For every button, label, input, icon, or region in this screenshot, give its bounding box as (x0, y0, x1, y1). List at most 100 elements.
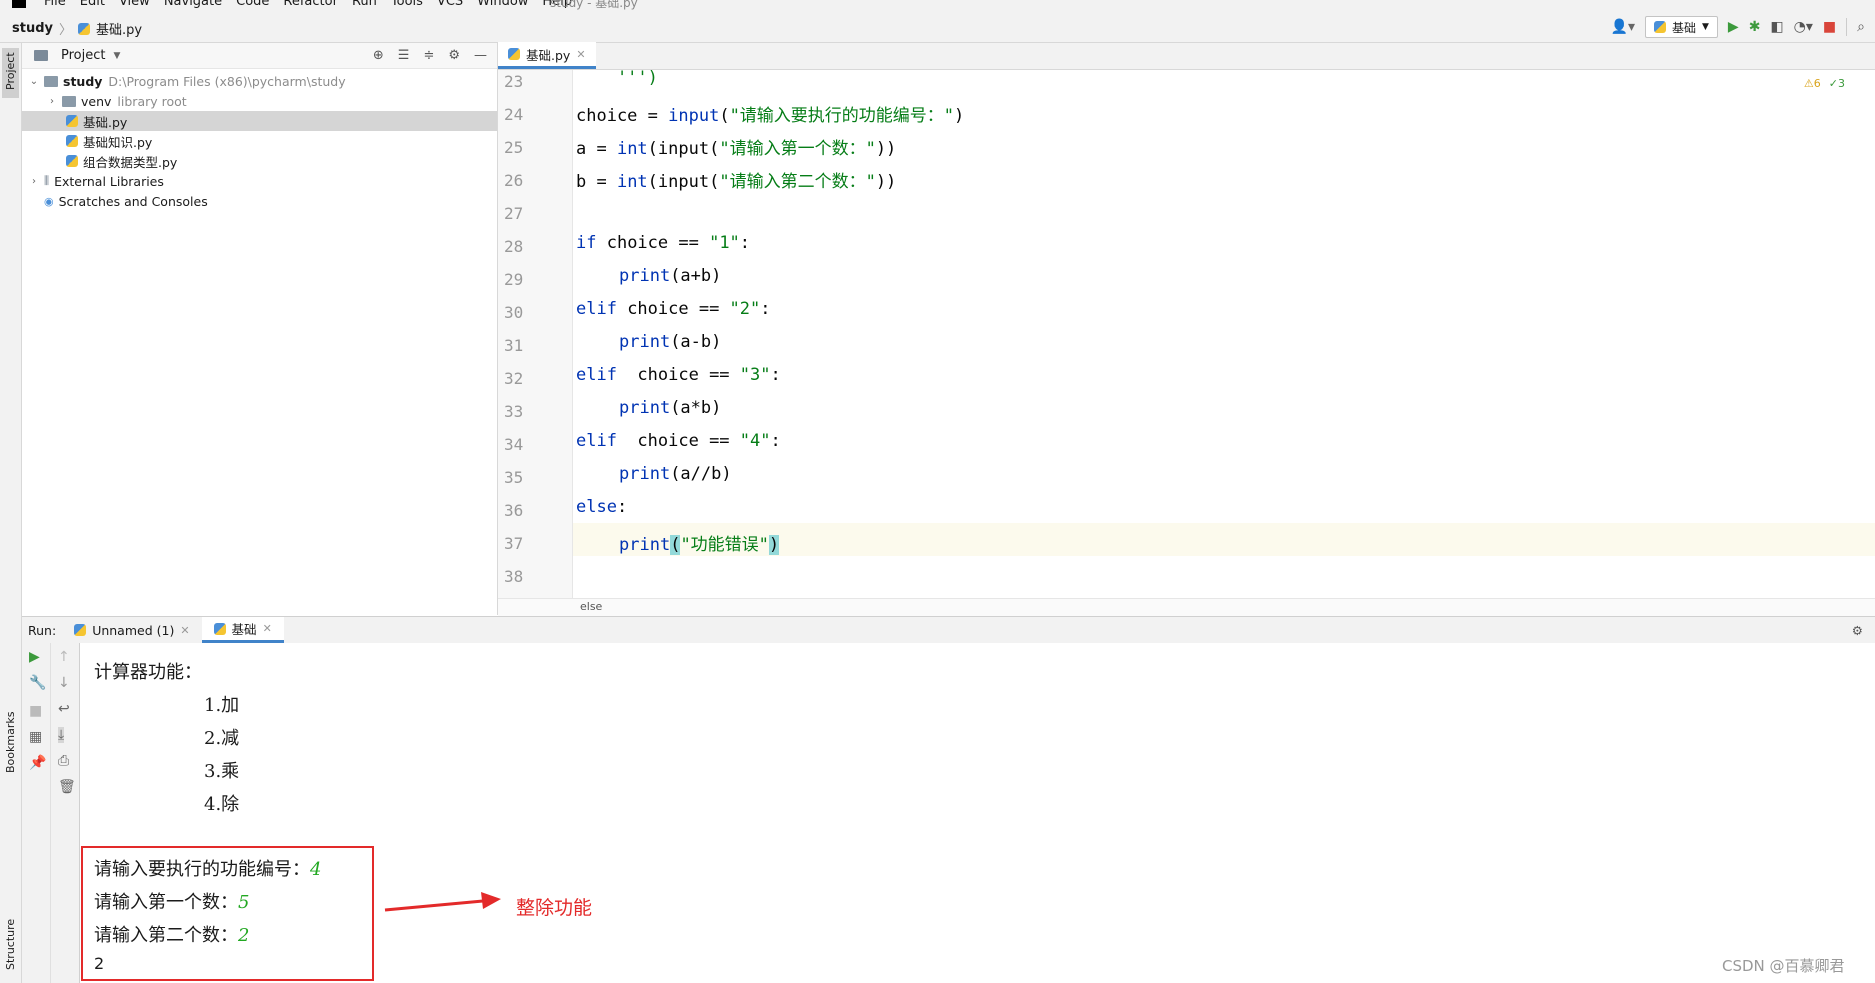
code-line-34[interactable]: elif choice == "4": (576, 431, 781, 451)
code-line-37[interactable]: print("功能错误") (619, 530, 780, 555)
locate-icon[interactable]: ⊕ (373, 48, 384, 63)
code-token: else (576, 497, 617, 517)
code-line-29[interactable]: print(a+b) (619, 266, 721, 286)
menu-window[interactable]: Window (477, 0, 528, 9)
code-line-26[interactable]: b = int(input("请输入第二个数：")) (576, 167, 896, 192)
code-token: print (619, 266, 671, 286)
code-token: ( (719, 106, 730, 126)
run-label: Run: (28, 622, 57, 638)
python-config-icon (1653, 21, 1666, 33)
line-number: 29 (504, 270, 524, 289)
run-toolbar-secondary: ↑ ↓ ↩ ⤓ ⎙ 🗑 (51, 643, 80, 983)
menu-edit[interactable]: Edit (80, 0, 105, 9)
code-line-35[interactable]: print(a//b) (619, 464, 732, 484)
run-tab-unnamed[interactable]: Unnamed (1) ✕ (62, 617, 201, 643)
line-number: 26 (504, 171, 524, 190)
stop-icon[interactable]: ■ (29, 703, 42, 719)
chevron-right-icon[interactable]: › (46, 96, 58, 107)
stripe-project-button[interactable]: Project (2, 48, 19, 98)
chevron-down-icon[interactable]: ⌄ (28, 76, 40, 87)
rerun-icon[interactable]: ▶ (29, 649, 40, 665)
arrow-down-icon[interactable]: ↓ (58, 675, 70, 691)
menu-code[interactable]: Code (236, 0, 269, 9)
coverage-icon[interactable]: ◧ (1770, 17, 1783, 37)
hide-icon[interactable]: — (474, 48, 487, 63)
code-token: (a+b) (670, 266, 722, 286)
project-view-icon (34, 50, 48, 61)
footer-breadcrumb[interactable]: else (580, 600, 602, 613)
close-icon[interactable]: ✕ (576, 48, 585, 61)
menu-run[interactable]: Run (352, 0, 377, 9)
console-line: 计算器功能： (94, 662, 202, 683)
gear-icon[interactable]: ⚙ (448, 48, 460, 63)
pin-icon[interactable]: 📌 (29, 755, 46, 771)
run-icon[interactable]: ▶ (1728, 17, 1739, 37)
stop-icon[interactable]: ■ (1823, 17, 1836, 37)
code-line-28[interactable]: if choice == "1": (576, 233, 750, 253)
tree-item-scratches[interactable]: ◉ Scratches and Consoles (22, 191, 497, 211)
breadcrumb-file[interactable]: 基础.py (96, 19, 142, 38)
chevron-down-icon[interactable]: ▼ (113, 51, 120, 61)
code-line-31[interactable]: print(a-b) (619, 332, 721, 352)
soft-wrap-icon[interactable]: ↩ (58, 701, 70, 717)
chevron-right-icon: 〉 (59, 23, 73, 38)
tree-item-label: External Libraries (54, 173, 164, 189)
chevron-right-icon[interactable]: › (28, 176, 40, 187)
menu-file[interactable]: File (44, 0, 66, 9)
tree-item-path: D:\Program Files (x86)\pycharm\study (108, 73, 346, 89)
left-tool-stripe: Project Bookmarks Structure (0, 43, 22, 983)
stripe-structure-button[interactable]: Structure (2, 898, 19, 978)
tree-item-jichuzhishi-py[interactable]: 基础知识.py (22, 131, 497, 151)
code-line-30[interactable]: elif choice == "2": (576, 299, 771, 319)
chevron-down-icon: ▼ (1702, 22, 1709, 32)
editor-tab-jichu[interactable]: 基础.py ✕ (498, 42, 596, 69)
watermark: CSDN @百慕卿君 (1722, 957, 1845, 975)
tree-item-venv[interactable]: › venv library root (22, 91, 497, 111)
code-token: : (770, 431, 781, 451)
menu-navigate[interactable]: Navigate (164, 0, 222, 9)
menu-vcs[interactable]: VCS (437, 0, 463, 9)
line-number-gutter: 23 24 25 26 27 28 29 30 31 32 33 34 35 3… (498, 70, 573, 598)
code-line-24[interactable]: choice = input("请输入要执行的功能编号：") (576, 101, 964, 126)
tree-item-external-libraries[interactable]: › ⫼ External Libraries (22, 171, 497, 191)
tree-item-jichu-py[interactable]: 基础.py (22, 111, 497, 131)
tree-item-zuhe-py[interactable]: 组合数据类型.py (22, 151, 497, 171)
debug-icon[interactable]: ✱ (1749, 17, 1761, 37)
run-configuration-select[interactable]: 基础 ▼ (1644, 16, 1718, 38)
run-tab-jichu[interactable]: 基础 ✕ (201, 617, 284, 643)
expand-all-icon[interactable]: ☰ (398, 48, 410, 63)
line-number: 33 (504, 402, 524, 421)
project-panel-title[interactable]: Project (61, 48, 105, 63)
layout-icon[interactable]: ▦ (29, 729, 42, 745)
user-icon[interactable]: 👤▾ (1611, 17, 1635, 37)
navigation-bar: study 〉 基础.py 👤▾ 基础 ▼ ▶ ✱ ◧ ◔▾ ■ ⌕ (0, 10, 1875, 43)
inspection-widget[interactable]: ⚠6 ✓3 (1804, 77, 1845, 90)
profile-icon[interactable]: ◔▾ (1794, 17, 1813, 37)
close-icon[interactable]: ✕ (180, 624, 189, 637)
code-line-23[interactable]: ''') (576, 68, 658, 88)
close-icon[interactable]: ✕ (263, 622, 272, 635)
scroll-to-end-icon[interactable]: ⤓ (58, 727, 65, 743)
code-token: choice == (616, 431, 740, 451)
code-token: a = (576, 139, 617, 159)
wrench-icon[interactable]: 🔧 (29, 675, 46, 691)
collapse-all-icon[interactable]: ≑ (423, 48, 434, 63)
trash-icon[interactable]: 🗑 (58, 779, 76, 795)
code-line-33[interactable]: print(a*b) (619, 398, 721, 418)
code-token: (input( (647, 172, 720, 192)
code-line-36[interactable]: else: (576, 497, 627, 517)
stripe-bookmarks-button[interactable]: Bookmarks (2, 703, 19, 783)
code-line-25[interactable]: a = int(input("请输入第一个数：")) (576, 134, 896, 159)
gear-icon[interactable]: ⚙ (1852, 623, 1875, 638)
print-icon[interactable]: ⎙ (58, 753, 69, 769)
tree-item-study[interactable]: ⌄ study D:\Program Files (x86)\pycharm\s… (22, 71, 497, 91)
menu-refactor[interactable]: Refactor (283, 0, 338, 9)
line-number: 37 (504, 534, 524, 553)
menu-tools[interactable]: Tools (391, 0, 423, 9)
code-line-32[interactable]: elif choice == "3": (576, 365, 781, 385)
arrow-up-icon[interactable]: ↑ (58, 649, 70, 665)
search-icon[interactable]: ⌕ (1857, 17, 1865, 37)
breadcrumb-project[interactable]: study (12, 21, 53, 36)
stripe-structure-label: Structure (4, 918, 17, 970)
menu-view[interactable]: View (119, 0, 150, 9)
